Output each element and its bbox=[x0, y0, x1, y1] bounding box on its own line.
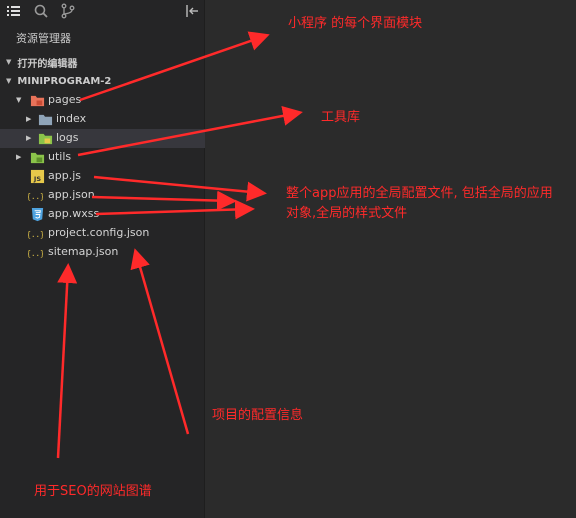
sitemap-annotation: 用于SEO的网站图谱 bbox=[34, 484, 152, 499]
arrow-app-js bbox=[93, 175, 267, 202]
pages-annotation: 小程序 的每个界面模块 bbox=[288, 16, 423, 31]
arrow-app-wxss bbox=[95, 199, 255, 220]
arrow-pages bbox=[79, 31, 270, 102]
annotation-arrows bbox=[56, 31, 303, 459]
utils-annotation: 工具库 bbox=[321, 110, 361, 125]
arrow-project-config bbox=[130, 248, 190, 435]
project-config-annotation: 项目的配置信息 bbox=[212, 408, 304, 423]
app-annotation-line2: 对象,全局的样式文件 bbox=[286, 206, 408, 221]
arrow-utils bbox=[77, 105, 303, 157]
arrow-sitemap bbox=[56, 263, 78, 459]
arrow-app-json bbox=[91, 190, 237, 211]
screen: 资源管理器 ▼ 打开的编辑器 ▼ MINIPROGRAM-2 ▼ pages ▶ bbox=[0, 0, 576, 518]
app-annotation-line1: 整个app应用的全局配置文件, 包括全局的应用 bbox=[286, 186, 553, 201]
